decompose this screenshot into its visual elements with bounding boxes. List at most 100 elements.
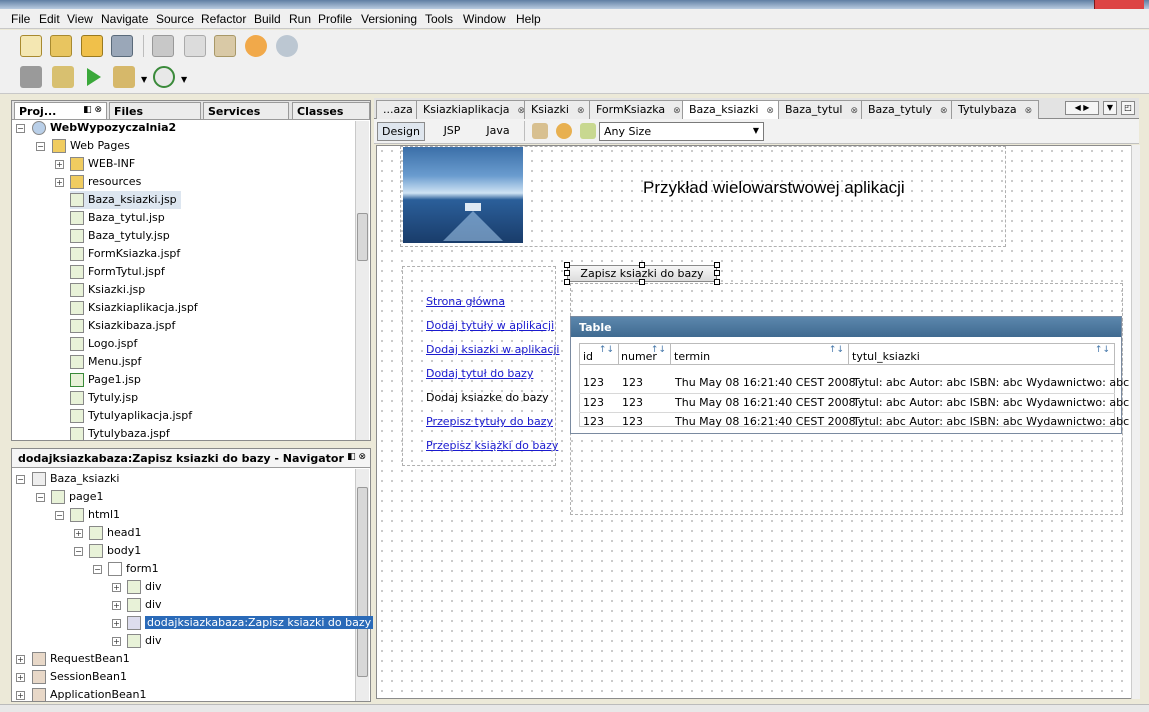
- close-icon[interactable]: ⊗: [577, 106, 585, 116]
- menu-window[interactable]: Window: [463, 12, 506, 26]
- link-copy-books-db[interactable]: Przepisz książki do bazy: [426, 439, 558, 452]
- page-size-select[interactable]: Any Size ▼: [599, 122, 764, 141]
- selection-handle[interactable]: [714, 279, 720, 285]
- preview-icon[interactable]: [532, 123, 548, 139]
- nav-item-div[interactable]: div: [127, 632, 162, 650]
- open-project-icon[interactable]: [81, 35, 103, 57]
- menu-profile[interactable]: Profile: [318, 12, 352, 26]
- nav-item-button-selected[interactable]: dodajksiazkabaza:Zapisz ksiazki do bazy: [127, 614, 374, 632]
- expander[interactable]: +: [55, 178, 64, 187]
- tree-item-file[interactable]: Baza_tytul.jsp: [70, 209, 165, 227]
- nav-item-sessionbean[interactable]: SessionBean1: [32, 668, 127, 686]
- menu-run[interactable]: Run: [289, 12, 311, 26]
- maximize-icon[interactable]: ◰: [1121, 101, 1135, 115]
- tree-item-project[interactable]: WebWypozyczalnia2: [32, 119, 176, 137]
- close-icon[interactable]: ⊗: [1025, 106, 1033, 116]
- nav-item-page[interactable]: Baza_ksiazki: [32, 470, 119, 488]
- expander[interactable]: +: [112, 601, 121, 610]
- save-all-icon[interactable]: [111, 35, 133, 57]
- nav-item-page1[interactable]: page1: [51, 488, 103, 506]
- close-icon[interactable]: ⊗: [673, 106, 681, 116]
- jsp-view-button[interactable]: JSP: [434, 122, 470, 141]
- tab-ksiazki[interactable]: Ksiazki ⊗: [524, 100, 592, 119]
- close-icon[interactable]: ⊗: [766, 106, 774, 116]
- tree-item-file[interactable]: Tytuly.jsp: [70, 389, 138, 407]
- tree-item-web-pages[interactable]: Web Pages: [52, 137, 130, 155]
- tab-ksiazkiaplikacja[interactable]: Ksiazkiaplikacja ⊗: [416, 100, 533, 119]
- tree-item-file[interactable]: Ksiazki.jsp: [70, 281, 145, 299]
- tab-files[interactable]: Files: [109, 102, 201, 119]
- tab-baza-tytul[interactable]: Baza_tytul ⊗: [778, 100, 866, 119]
- tab-formksiazka[interactable]: FormKsiazka ⊗: [589, 100, 688, 119]
- menu-refactor[interactable]: Refactor: [201, 12, 246, 26]
- column-header-termin[interactable]: termin ↑↓: [670, 343, 849, 365]
- nav-item-div[interactable]: div: [127, 578, 162, 596]
- projects-scrollbar[interactable]: [355, 121, 369, 440]
- close-icon[interactable]: ◧ ⊗: [347, 452, 366, 462]
- expander[interactable]: −: [55, 511, 64, 520]
- menu-help[interactable]: Help: [516, 12, 541, 26]
- close-icon[interactable]: ⊗: [940, 106, 948, 116]
- selection-handle[interactable]: [714, 262, 720, 268]
- chevron-down-icon[interactable]: ▼: [181, 75, 187, 84]
- column-header-tytul[interactable]: tytul_ksiazki ↑↓: [848, 343, 1115, 365]
- tree-item-file[interactable]: FormTytul.jspf: [70, 263, 165, 281]
- selection-handle[interactable]: [564, 279, 570, 285]
- expander[interactable]: +: [16, 655, 25, 664]
- copy-icon[interactable]: [184, 35, 206, 57]
- tree-item-file[interactable]: Ksiazkibaza.jspf: [70, 317, 175, 335]
- new-file-icon[interactable]: [20, 35, 42, 57]
- selection-handle[interactable]: [714, 270, 720, 276]
- column-header-id[interactable]: id ↑↓: [579, 343, 619, 365]
- selection-handle[interactable]: [564, 262, 570, 268]
- expander[interactable]: −: [93, 565, 102, 574]
- virtual-forms-icon[interactable]: [580, 123, 596, 139]
- tab-aza[interactable]: ...aza: [376, 100, 420, 119]
- selection-handle[interactable]: [639, 279, 645, 285]
- menu-tools[interactable]: Tools: [425, 12, 453, 26]
- expander[interactable]: −: [36, 142, 45, 151]
- page-heading[interactable]: Przykład wielowarstwowej aplikacji: [643, 178, 905, 198]
- redo-icon[interactable]: [276, 35, 298, 57]
- expander[interactable]: −: [74, 547, 83, 556]
- expander[interactable]: +: [112, 619, 121, 628]
- chevron-down-icon[interactable]: ▼: [1103, 101, 1117, 115]
- nav-item-body1[interactable]: body1: [89, 542, 141, 560]
- expander[interactable]: +: [16, 673, 25, 682]
- new-project-icon[interactable]: [50, 35, 72, 57]
- close-icon[interactable]: ◧ ⊗: [83, 105, 102, 115]
- nav-item-html1[interactable]: html1: [70, 506, 120, 524]
- expander[interactable]: −: [16, 475, 25, 484]
- close-window-button[interactable]: [1094, 0, 1144, 9]
- expander[interactable]: +: [112, 583, 121, 592]
- menu-build[interactable]: Build: [254, 12, 281, 26]
- tab-services[interactable]: Services: [203, 102, 289, 119]
- tree-item-file[interactable]: Menu.jspf: [70, 353, 141, 371]
- tree-item-file[interactable]: Baza_tytuly.jsp: [70, 227, 170, 245]
- run-icon[interactable]: [87, 68, 101, 86]
- expander[interactable]: +: [55, 160, 64, 169]
- tab-tytulybaza[interactable]: Tytulybaza ⊗: [951, 100, 1040, 119]
- expander[interactable]: +: [16, 691, 25, 700]
- books-table[interactable]: Table id ↑↓ numer ↑↓ termin ↑↓ tytul_ksiazk…: [570, 316, 1129, 434]
- menu-view[interactable]: View: [67, 12, 93, 26]
- link-copy-titles-db[interactable]: Przepisz tytuły do bazy: [426, 415, 553, 428]
- design-view-button[interactable]: Design: [377, 122, 425, 141]
- chevron-down-icon[interactable]: ▼: [141, 75, 147, 84]
- nav-item-requestbean[interactable]: RequestBean1: [32, 650, 130, 668]
- tree-item-file[interactable]: Ksiazkiaplikacja.jspf: [70, 299, 198, 317]
- navigator-scrollbar[interactable]: [355, 469, 369, 701]
- tab-baza-tytuly[interactable]: Baza_tytuly ⊗: [861, 100, 955, 119]
- link-add-books-app[interactable]: Dodaj ksiazki w aplikacji: [426, 343, 559, 356]
- clean-build-icon[interactable]: [52, 66, 74, 88]
- selection-handle[interactable]: [639, 262, 645, 268]
- tree-item-file[interactable]: Tytulyaplikacja.jspf: [70, 407, 192, 425]
- expander[interactable]: −: [16, 124, 25, 133]
- menu-edit[interactable]: Edit: [39, 12, 60, 26]
- debug-icon[interactable]: [113, 66, 135, 88]
- tree-item-file[interactable]: Baza_ksiazki.jsp: [70, 191, 181, 209]
- tree-item-file[interactable]: Page1.jsp: [70, 371, 141, 389]
- expander[interactable]: +: [112, 637, 121, 646]
- tree-item-file[interactable]: FormKsiazka.jspf: [70, 245, 180, 263]
- sort-icon[interactable]: ↑↓: [599, 345, 614, 355]
